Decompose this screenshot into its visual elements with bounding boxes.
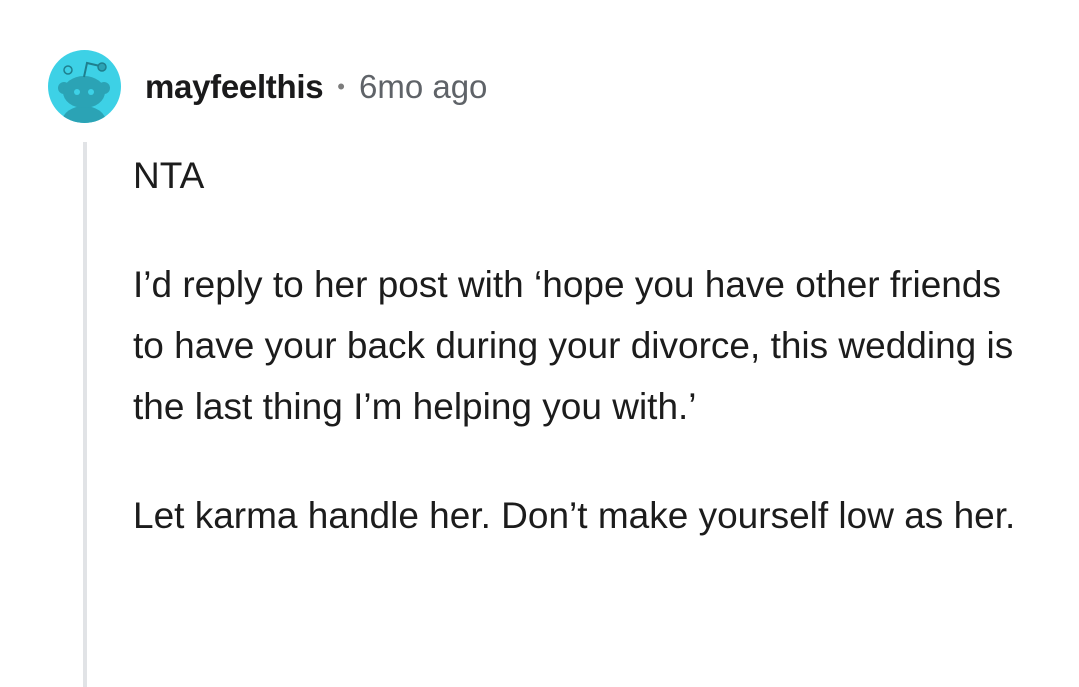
comment-paragraph: I’d reply to her post with ‘hope you hav… — [133, 264, 1014, 427]
comment-body: NTA I’d reply to her post with ‘hope you… — [133, 145, 1033, 594]
username-link[interactable]: mayfeelthis — [145, 68, 324, 106]
separator-dot: • — [337, 74, 345, 99]
avatar[interactable] — [48, 50, 121, 123]
comment-paragraph: Let karma handle her. Don’t make yoursel… — [133, 495, 1016, 536]
reddit-snoo-icon — [58, 61, 110, 123]
thread-collapse-line[interactable] — [83, 142, 87, 687]
timestamp[interactable]: 6mo ago — [359, 68, 487, 106]
comment-paragraph: NTA — [133, 155, 205, 196]
comment-header: mayfeelthis • 6mo ago — [145, 62, 487, 112]
